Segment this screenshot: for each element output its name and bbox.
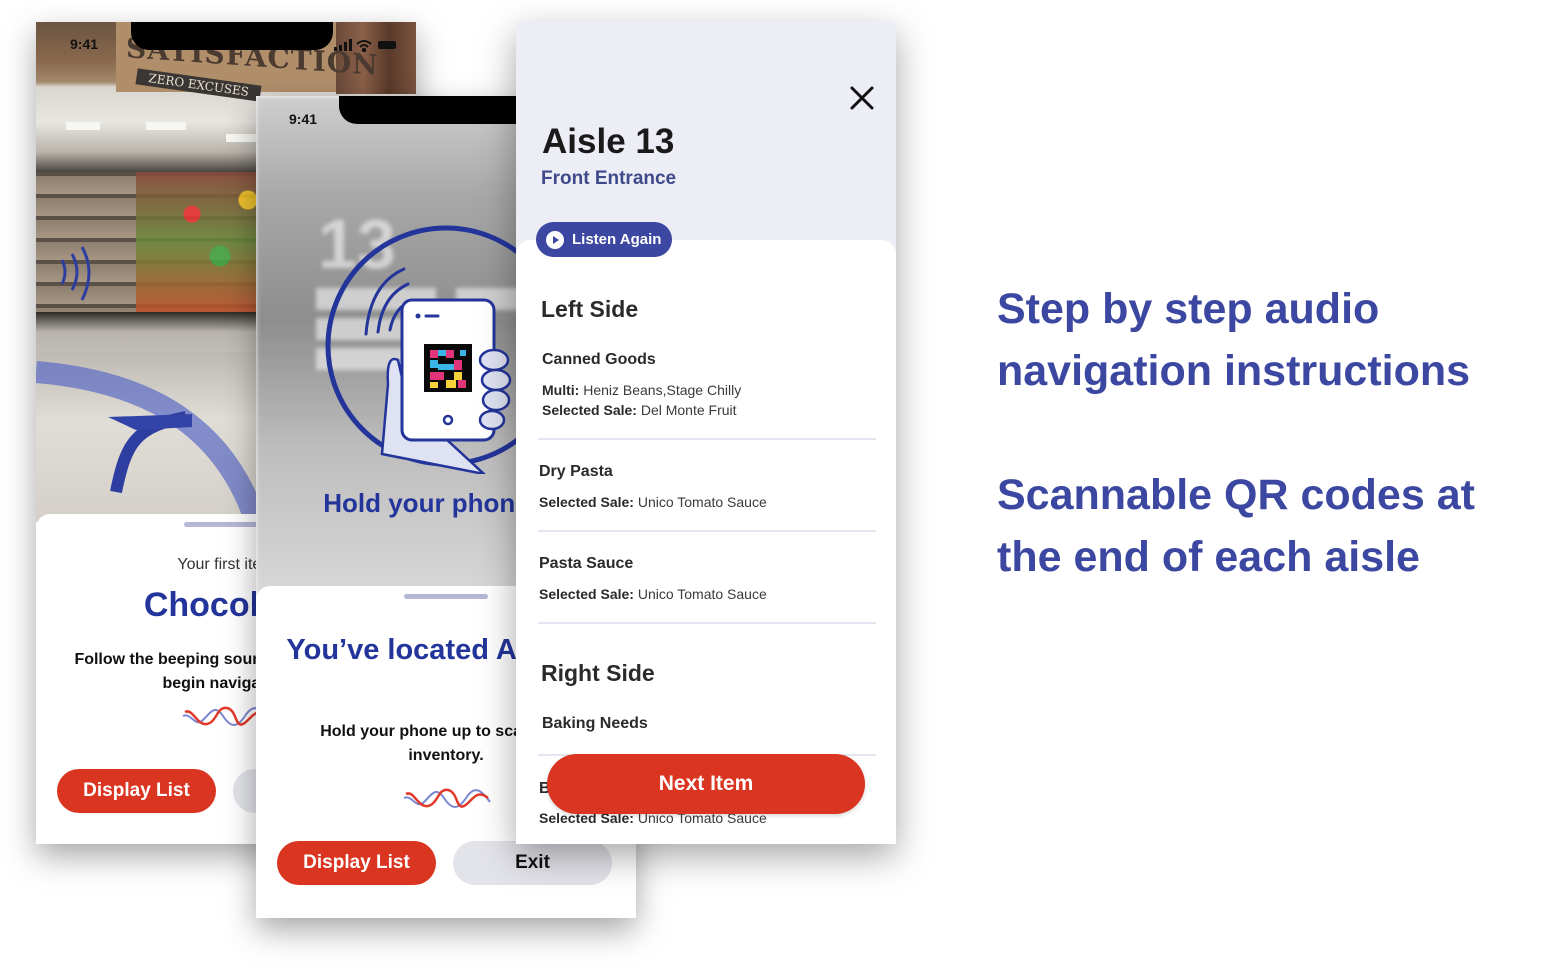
play-icon [546,230,564,249]
detail-value: Unico Tomato Sauce [637,494,767,510]
status-time: 9:41 [70,36,99,52]
category-detail: Selected Sale: Del Monte Fruit [542,402,737,418]
aisle-subtitle: Front Entrance [541,168,677,189]
category-name: Baking Needs [542,715,648,732]
sheet-grabber[interactable] [404,594,488,599]
category-detail: Selected Sale: Unico Tomato Sauce [539,586,767,602]
next-item-button[interactable]: Next Item [547,754,865,814]
category-detail: Multi: Heniz Beans,Stage Chilly [542,382,741,398]
category-name: Canned Goods [542,351,656,368]
aisle-title: Aisle 13 [542,122,675,161]
wifi-icon [356,40,372,52]
display-list-button[interactable]: Display List [57,769,216,813]
feature-caption-audio: Step by step audio navigation instructio… [997,285,1471,395]
detail-label: Multi: [542,382,580,398]
section-title: Left Side [541,296,639,322]
phone-notch [131,22,333,50]
display-list-button[interactable]: Display List [277,841,436,885]
status-icons [334,39,396,52]
detail-value: Del Monte Fruit [640,402,737,418]
category-name: Dry Pasta [539,463,613,480]
divider [538,530,876,532]
listen-again-label: Listen Again [572,231,662,248]
feature-caption-qr: Scannable QR codes at the end of each ai… [997,471,1475,581]
detail-label: Selected Sale: [539,494,634,510]
sound-waves-icon [60,246,91,301]
exit-button[interactable]: Exit [453,841,612,885]
detail-value: Heniz Beans,Stage Chilly [583,382,742,398]
listen-again-button[interactable]: Listen Again [536,222,672,257]
close-icon[interactable] [846,82,878,114]
phone-aisle-inventory-screen: Aisle 13 Front Entrance Listen Again Lef… [516,22,896,844]
divider [538,438,876,440]
detail-label: Selected Sale: [539,586,634,602]
navigation-path [36,361,267,522]
direction-arrow-head [108,414,192,430]
battery-icon [378,41,396,49]
section-title: Right Side [541,660,655,686]
audio-wave-icon [403,788,491,808]
divider [538,622,876,624]
qr-code-icon [424,344,472,392]
detail-value: Unico Tomato Sauce [637,586,767,602]
signal-icon [334,39,352,51]
detail-label: Selected Sale: [542,402,637,418]
status-time: 9:41 [289,111,318,127]
category-name: Pasta Sauce [539,555,634,572]
category-detail: Selected Sale: Unico Tomato Sauce [539,494,767,510]
